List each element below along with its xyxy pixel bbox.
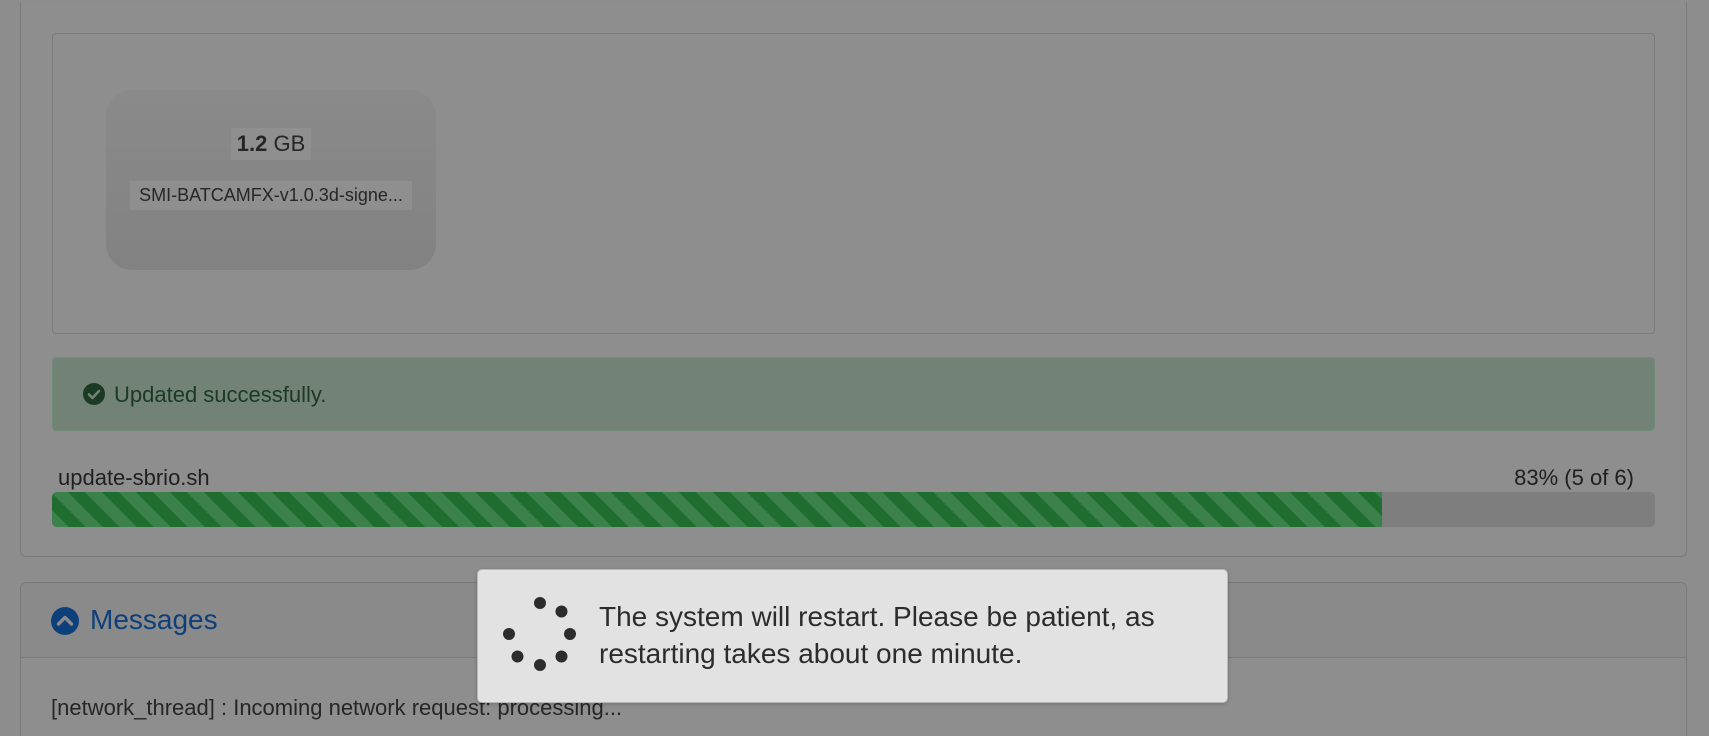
chevron-up-circle-icon[interactable] <box>51 607 79 635</box>
progress-file-label: update-sbrio.sh <box>58 465 210 490</box>
restart-modal: The system will restart. Please be patie… <box>477 569 1228 703</box>
file-name-label: SMI-BATCAMFX-v1.0.3d-signe... <box>130 181 412 210</box>
loading-spinner-icon <box>503 597 576 671</box>
file-name: SMI-BATCAMFX-v1.0.3d-signe... <box>106 181 436 210</box>
progress-status: 83% (5 of 6) <box>1514 465 1634 490</box>
messages-title[interactable]: Messages <box>90 604 218 636</box>
restart-message: The system will restart. Please be patie… <box>599 601 1155 669</box>
file-drop-zone[interactable]: 1.2 GB SMI-BATCAMFX-v1.0.3d-signe... <box>52 33 1655 334</box>
file-preview-tile: 1.2 GB SMI-BATCAMFX-v1.0.3d-signe... <box>106 90 436 270</box>
progress-bar-fill <box>52 492 1383 527</box>
file-size: 1.2 GB <box>106 128 436 160</box>
file-size-value: 1.2 <box>236 131 268 156</box>
success-message: Updated successfully. <box>114 382 327 407</box>
check-circle-icon <box>83 383 105 405</box>
file-size-unit: GB <box>273 131 306 156</box>
update-page: 1.2 GB SMI-BATCAMFX-v1.0.3d-signe... Upd… <box>0 0 1709 736</box>
success-alert: Updated successfully. <box>52 357 1655 431</box>
upload-card: 1.2 GB SMI-BATCAMFX-v1.0.3d-signe... Upd… <box>20 2 1687 557</box>
progress-bar <box>52 492 1655 527</box>
